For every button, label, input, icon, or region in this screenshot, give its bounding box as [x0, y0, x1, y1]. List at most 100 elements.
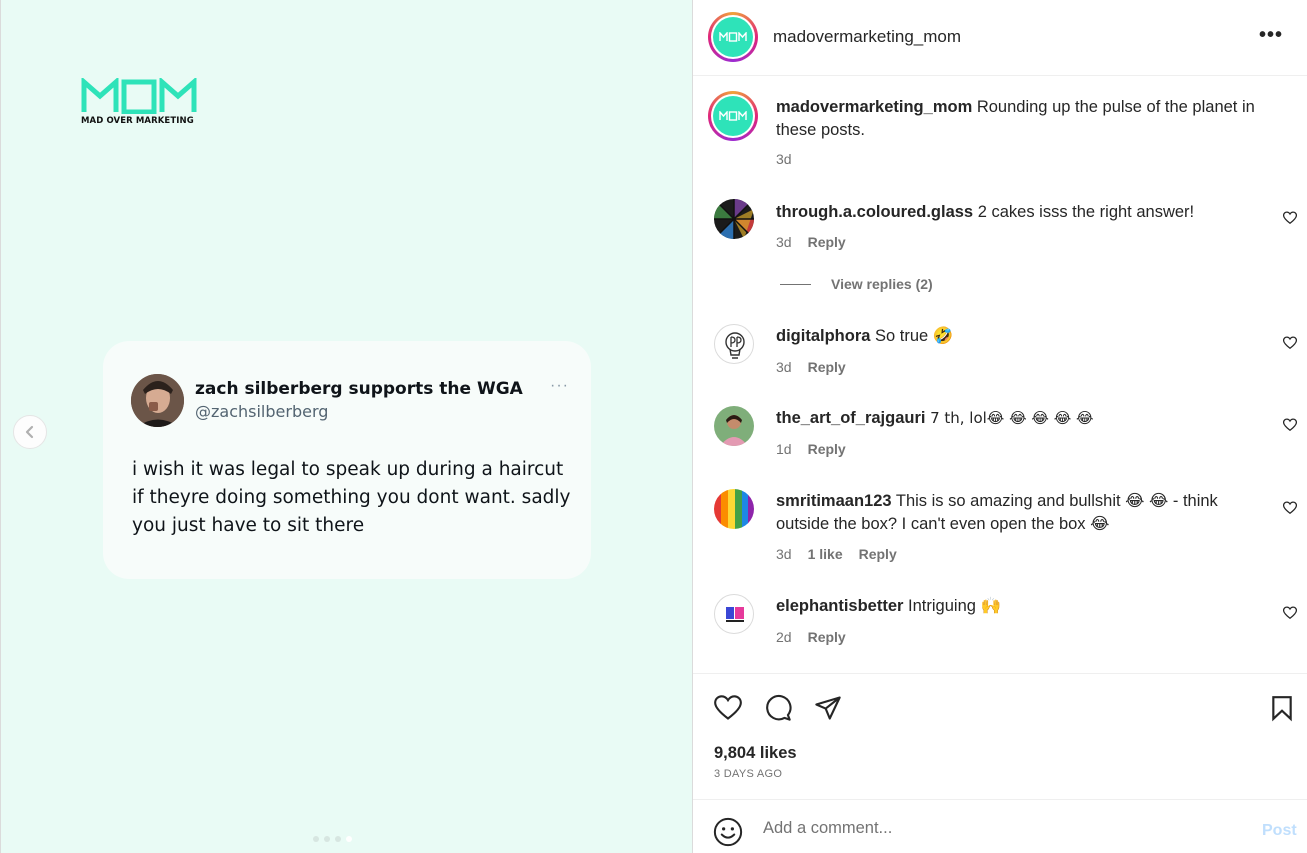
comment-time[interactable]: 3d — [776, 234, 792, 250]
comment-like-button[interactable] — [1282, 501, 1298, 520]
heart-icon — [1282, 211, 1298, 225]
comment-button[interactable] — [763, 694, 793, 727]
save-button[interactable] — [1269, 694, 1295, 727]
carousel-dot — [335, 836, 341, 842]
comment-text: through.a.coloured.glass 2 cakes isss th… — [776, 201, 1256, 224]
tweet-text: i wish it was legal to speak up during a… — [132, 459, 571, 536]
comment-meta: 3d Reply — [776, 234, 846, 250]
commenter-avatar[interactable] — [714, 594, 754, 634]
tweet-display-name: zach silberberg supports the WGA — [195, 379, 523, 399]
caption-timestamp[interactable]: 3d — [776, 151, 792, 167]
post-actions: 9,804 likes 3 DAYS AGO — [693, 673, 1307, 799]
rainbow-avatar-icon — [714, 489, 754, 529]
comment-meta: 2d Reply — [776, 629, 846, 645]
comment-body: 7 th, lol😂 😂 😂 😂 😂 — [930, 409, 1094, 427]
comment-time[interactable]: 3d — [776, 359, 792, 375]
heart-icon — [1282, 606, 1298, 620]
story-ring[interactable] — [708, 12, 758, 62]
comment-bubble-icon — [766, 695, 792, 721]
comment-time[interactable]: 3d — [776, 546, 792, 562]
bookmark-icon — [1272, 696, 1292, 722]
more-options-icon[interactable]: ••• — [1259, 24, 1283, 47]
reply-button[interactable]: Reply — [808, 234, 846, 250]
comment-text: the_art_of_rajgauri 7 th, lol😂 😂 😂 😂 😂 — [776, 407, 1256, 430]
caption-username[interactable]: madovermarketing_mom — [776, 98, 972, 116]
lightbulb-logo-icon — [725, 332, 745, 359]
carousel-indicator — [313, 836, 352, 842]
reply-button[interactable]: Reply — [808, 359, 846, 375]
comment-text: smritimaan123 This is so amazing and bul… — [776, 490, 1246, 535]
comment-username[interactable]: through.a.coloured.glass — [776, 203, 973, 221]
reply-button[interactable]: Reply — [859, 546, 897, 562]
comment-text: digitalphora So true 🤣 — [776, 325, 1256, 348]
stained-glass-avatar-icon — [714, 199, 754, 239]
comment-username[interactable]: digitalphora — [776, 327, 870, 345]
add-comment-bar: Post — [693, 799, 1307, 853]
heart-icon — [1282, 501, 1298, 515]
caption-avatar — [713, 96, 753, 136]
carousel-dot — [324, 836, 330, 842]
tweet-avatar — [131, 374, 184, 427]
heart-icon — [1282, 336, 1298, 350]
carousel-dot — [313, 836, 319, 842]
comment-text: elephantisbetter Intriguing 🙌 — [776, 595, 1256, 618]
commenter-avatar[interactable] — [714, 406, 754, 446]
like-button[interactable] — [713, 694, 743, 727]
comment-like-button[interactable] — [1282, 336, 1298, 355]
heart-icon — [1282, 418, 1298, 432]
post-side-panel: madovermarketing_mom ••• madovermarketin — [692, 0, 1307, 853]
smiley-icon — [713, 817, 743, 847]
em-logo-icon — [726, 607, 744, 622]
post-media: MAD OVER MARKETING zach silberberg suppo… — [0, 0, 692, 853]
chevron-left-icon — [25, 425, 34, 439]
comment-body: 2 cakes isss the right answer! — [977, 203, 1195, 221]
view-replies-label: View replies (2) — [831, 276, 933, 292]
person-photo-icon — [131, 374, 184, 427]
post-timestamp: 3 DAYS AGO — [714, 768, 783, 780]
mom-logo-icon — [719, 32, 747, 42]
emoji-button[interactable] — [713, 817, 743, 852]
paper-plane-icon — [815, 696, 841, 720]
comment-meta: 1d Reply — [776, 441, 846, 457]
commenter-avatar[interactable] — [714, 489, 754, 529]
comment-body: Intriguing 🙌 — [908, 597, 1002, 615]
comment-meta: 3d 1 like Reply — [776, 546, 897, 562]
tweet-more-icon: ··· — [550, 377, 569, 394]
comment-username[interactable]: elephantisbetter — [776, 597, 903, 615]
brand-logo: MAD OVER MARKETING — [81, 78, 201, 126]
likes-count[interactable]: 9,804 likes — [714, 744, 797, 763]
commenter-avatar[interactable] — [714, 324, 754, 364]
tweet-handle: @zachsilberberg — [195, 402, 329, 421]
caption-avatar-ring[interactable] — [708, 91, 758, 141]
post-comment-button[interactable]: Post — [1262, 822, 1297, 840]
post-header: madovermarketing_mom ••• — [693, 0, 1307, 76]
comment-meta: 3d Reply — [776, 359, 846, 375]
view-replies-button[interactable]: View replies (2) — [780, 276, 933, 292]
header-username[interactable]: madovermarketing_mom — [773, 27, 961, 47]
comment-like-button[interactable] — [1282, 211, 1298, 230]
carousel-dot-active — [346, 836, 352, 842]
comment-input[interactable] — [763, 814, 1233, 842]
mom-logo-icon — [719, 111, 747, 121]
comment-username[interactable]: smritimaan123 — [776, 492, 892, 510]
logo-subtitle: MAD OVER MARKETING — [81, 116, 194, 126]
person-photo-icon — [714, 406, 754, 446]
comment-likes-count[interactable]: 1 like — [808, 546, 843, 562]
heart-icon — [714, 695, 742, 720]
account-avatar — [713, 17, 753, 57]
reply-button[interactable]: Reply — [808, 441, 846, 457]
tweet-card: zach silberberg supports the WGA @zachsi… — [103, 341, 591, 579]
commenter-avatar[interactable] — [714, 199, 754, 239]
comment-time[interactable]: 1d — [776, 441, 792, 457]
comment-time[interactable]: 2d — [776, 629, 792, 645]
comment-body: So true 🤣 — [875, 327, 954, 345]
reply-button[interactable]: Reply — [808, 629, 846, 645]
view-replies-divider — [780, 283, 811, 285]
mom-logo-icon — [81, 78, 197, 114]
previous-slide-button[interactable] — [13, 415, 47, 449]
share-button[interactable] — [813, 694, 843, 727]
comment-like-button[interactable] — [1282, 418, 1298, 437]
caption-text: madovermarketing_mom Rounding up the pul… — [776, 96, 1296, 142]
comment-username[interactable]: the_art_of_rajgauri — [776, 409, 925, 427]
comment-like-button[interactable] — [1282, 606, 1298, 625]
